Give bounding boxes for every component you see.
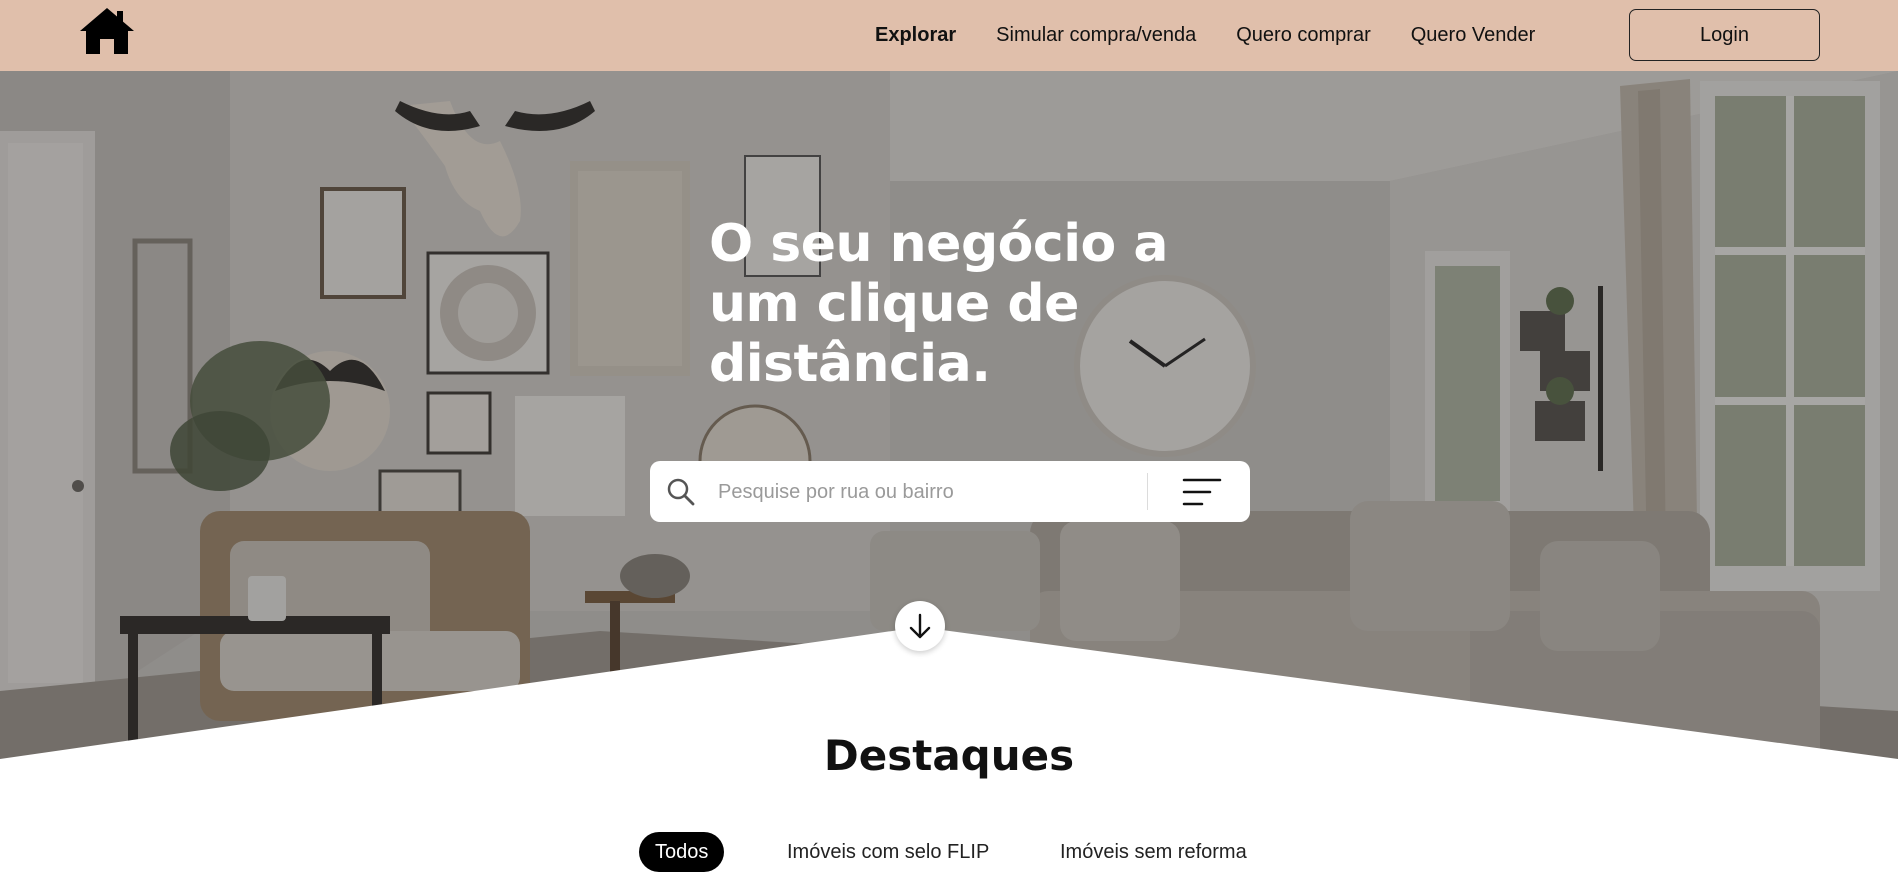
nav-simular[interactable]: Simular compra/venda <box>996 24 1196 47</box>
highlights-filter-tabs: Todos Imóveis com selo FLIP Imóveis sem … <box>0 832 1898 872</box>
arrow-down-icon[interactable] <box>895 601 945 651</box>
hero-bottom-wedge <box>0 627 1898 761</box>
main-nav: Explorar Simular compra/venda Quero comp… <box>875 0 1575 71</box>
nav-explorar[interactable]: Explorar <box>875 24 956 47</box>
login-button[interactable]: Login <box>1629 9 1820 61</box>
nav-quero-vender[interactable]: Quero Vender <box>1411 24 1536 47</box>
tab-todos[interactable]: Todos <box>639 832 725 872</box>
tab-selo-flip[interactable]: Imóveis com selo FLIP <box>787 832 989 872</box>
highlights-title: Destaques <box>823 731 1075 780</box>
top-navbar: Explorar Simular compra/venda Quero comp… <box>0 0 1898 71</box>
nav-quero-comprar[interactable]: Quero comprar <box>1236 24 1371 47</box>
tab-sem-reforma[interactable]: Imóveis sem reforma <box>1060 832 1247 872</box>
hero-section: O seu negócio a um clique de distância. <box>0 71 1898 761</box>
house-icon[interactable] <box>78 6 136 56</box>
